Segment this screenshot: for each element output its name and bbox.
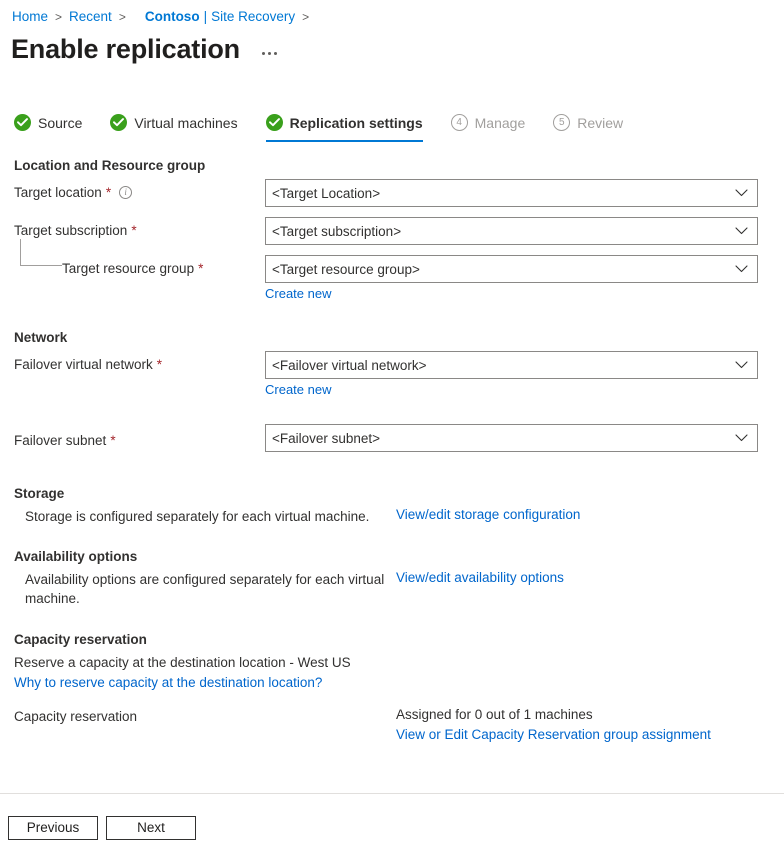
label-text: Failover virtual network bbox=[14, 357, 153, 372]
availability-row: Availability options are configured sepa… bbox=[0, 570, 784, 608]
wizard-step-review[interactable]: 5 Review bbox=[553, 114, 623, 142]
required-asterisk: * bbox=[106, 185, 111, 200]
chevron-down-icon bbox=[735, 429, 748, 447]
ellipsis-dot bbox=[262, 52, 265, 55]
breadcrumb-item-recent[interactable]: Recent bbox=[69, 8, 112, 26]
capacity-reservation-row: Capacity reservation Assigned for 0 out … bbox=[0, 707, 784, 726]
breadcrumb-separator: > bbox=[302, 8, 309, 26]
step-number-circle-icon: 5 bbox=[553, 114, 570, 131]
section-heading-network: Network bbox=[14, 330, 784, 345]
breadcrumb-pipe: | bbox=[204, 8, 208, 26]
step-number-circle-icon: 4 bbox=[451, 114, 468, 131]
view-edit-storage-configuration-link[interactable]: View/edit storage configuration bbox=[396, 507, 580, 522]
capacity-description: Reserve a capacity at the destination lo… bbox=[14, 653, 784, 673]
label-target-resource-group: Target resource group * bbox=[62, 261, 203, 276]
footer-divider bbox=[0, 793, 784, 794]
ellipsis-dot bbox=[268, 52, 271, 55]
section-heading-location: Location and Resource group bbox=[14, 158, 784, 173]
wizard-step-label: Replication settings bbox=[290, 115, 423, 131]
wizard-step-replication-settings[interactable]: Replication settings bbox=[266, 114, 423, 142]
section-heading-availability: Availability options bbox=[14, 549, 784, 564]
failover-virtual-network-dropdown[interactable]: <Failover virtual network> bbox=[265, 351, 758, 379]
create-new-virtual-network-link[interactable]: Create new bbox=[265, 382, 331, 397]
target-subscription-dropdown[interactable]: <Target subscription> bbox=[265, 217, 758, 245]
label-failover-virtual-network: Failover virtual network * bbox=[14, 357, 162, 372]
availability-description: Availability options are configured sepa… bbox=[25, 570, 390, 608]
check-circle-icon bbox=[110, 114, 127, 131]
page-title: Enable replication bbox=[11, 32, 240, 66]
label-text: Target resource group bbox=[62, 261, 194, 276]
chevron-down-icon bbox=[735, 184, 748, 202]
field-failover-virtual-network: Failover virtual network * <Failover vir… bbox=[0, 351, 784, 399]
more-options-icon[interactable] bbox=[259, 48, 280, 59]
storage-description: Storage is configured separately for eac… bbox=[25, 507, 395, 526]
breadcrumb-separator: > bbox=[119, 8, 126, 26]
wizard-step-label: Manage bbox=[475, 115, 526, 131]
target-resource-group-dropdown[interactable]: <Target resource group> bbox=[265, 255, 758, 283]
breadcrumb-item-home[interactable]: Home bbox=[12, 8, 48, 26]
target-location-dropdown[interactable]: <Target Location> bbox=[265, 179, 758, 207]
section-heading-capacity: Capacity reservation bbox=[14, 632, 784, 647]
required-asterisk: * bbox=[131, 223, 136, 238]
target-subscription-value: <Target subscription> bbox=[272, 224, 735, 239]
label-text: Target subscription bbox=[14, 223, 127, 238]
wizard-steps: Source Virtual machines Replication sett… bbox=[14, 114, 651, 142]
failover-subnet-value: <Failover subnet> bbox=[272, 431, 735, 446]
field-target-resource-group: Target resource group * <Target resource… bbox=[0, 255, 784, 301]
capacity-assignment-status: Assigned for 0 out of 1 machines bbox=[396, 707, 593, 722]
form-content: Location and Resource group Target locat… bbox=[0, 158, 784, 726]
breadcrumb-item-site-recovery[interactable]: Site Recovery bbox=[211, 8, 295, 26]
field-failover-subnet: Failover subnet * <Failover subnet> bbox=[0, 424, 784, 454]
wizard-footer: Previous Next bbox=[8, 816, 196, 840]
label-text: Failover subnet bbox=[14, 433, 106, 448]
wizard-step-virtual-machines[interactable]: Virtual machines bbox=[110, 114, 237, 142]
required-asterisk: * bbox=[110, 433, 115, 448]
chevron-down-icon bbox=[735, 260, 748, 278]
wizard-step-label: Source bbox=[38, 115, 82, 131]
wizard-step-label: Virtual machines bbox=[134, 115, 237, 131]
ellipsis-dot bbox=[274, 52, 277, 55]
breadcrumb-item-resource[interactable]: Contoso bbox=[145, 8, 200, 26]
label-text: Target location bbox=[14, 185, 102, 200]
label-target-subscription: Target subscription * bbox=[14, 223, 137, 238]
check-circle-icon bbox=[266, 114, 283, 131]
chevron-down-icon bbox=[735, 356, 748, 374]
info-icon[interactable]: i bbox=[119, 186, 132, 199]
next-button[interactable]: Next bbox=[106, 816, 196, 840]
failover-subnet-dropdown[interactable]: <Failover subnet> bbox=[265, 424, 758, 452]
wizard-step-label: Review bbox=[577, 115, 623, 131]
check-circle-icon bbox=[14, 114, 31, 131]
field-target-subscription: Target subscription * <Target subscripti… bbox=[0, 217, 784, 247]
target-location-value: <Target Location> bbox=[272, 186, 735, 201]
title-row: Enable replication bbox=[11, 32, 280, 66]
wizard-step-source[interactable]: Source bbox=[14, 114, 82, 142]
required-asterisk: * bbox=[157, 357, 162, 372]
tree-connector-line bbox=[20, 239, 62, 266]
why-reserve-capacity-link[interactable]: Why to reserve capacity at the destinati… bbox=[14, 673, 322, 693]
label-target-location: Target location * i bbox=[14, 185, 132, 200]
enable-replication-page: Home > Recent > Contoso | Site Recovery … bbox=[0, 0, 784, 847]
target-resource-group-value: <Target resource group> bbox=[272, 262, 735, 277]
label-failover-subnet: Failover subnet * bbox=[14, 433, 116, 448]
breadcrumb-separator: > bbox=[55, 8, 62, 26]
previous-button[interactable]: Previous bbox=[8, 816, 98, 840]
field-target-location: Target location * i <Target Location> bbox=[0, 179, 784, 209]
chevron-down-icon bbox=[735, 222, 748, 240]
wizard-step-manage[interactable]: 4 Manage bbox=[451, 114, 526, 142]
breadcrumb: Home > Recent > Contoso | Site Recovery … bbox=[12, 8, 316, 26]
view-edit-capacity-reservation-link[interactable]: View or Edit Capacity Reservation group … bbox=[396, 727, 711, 742]
create-new-resource-group-link[interactable]: Create new bbox=[265, 286, 331, 301]
section-heading-storage: Storage bbox=[14, 486, 784, 501]
required-asterisk: * bbox=[198, 261, 203, 276]
storage-row: Storage is configured separately for eac… bbox=[0, 507, 784, 526]
view-edit-availability-options-link[interactable]: View/edit availability options bbox=[396, 570, 564, 585]
failover-virtual-network-value: <Failover virtual network> bbox=[272, 358, 735, 373]
